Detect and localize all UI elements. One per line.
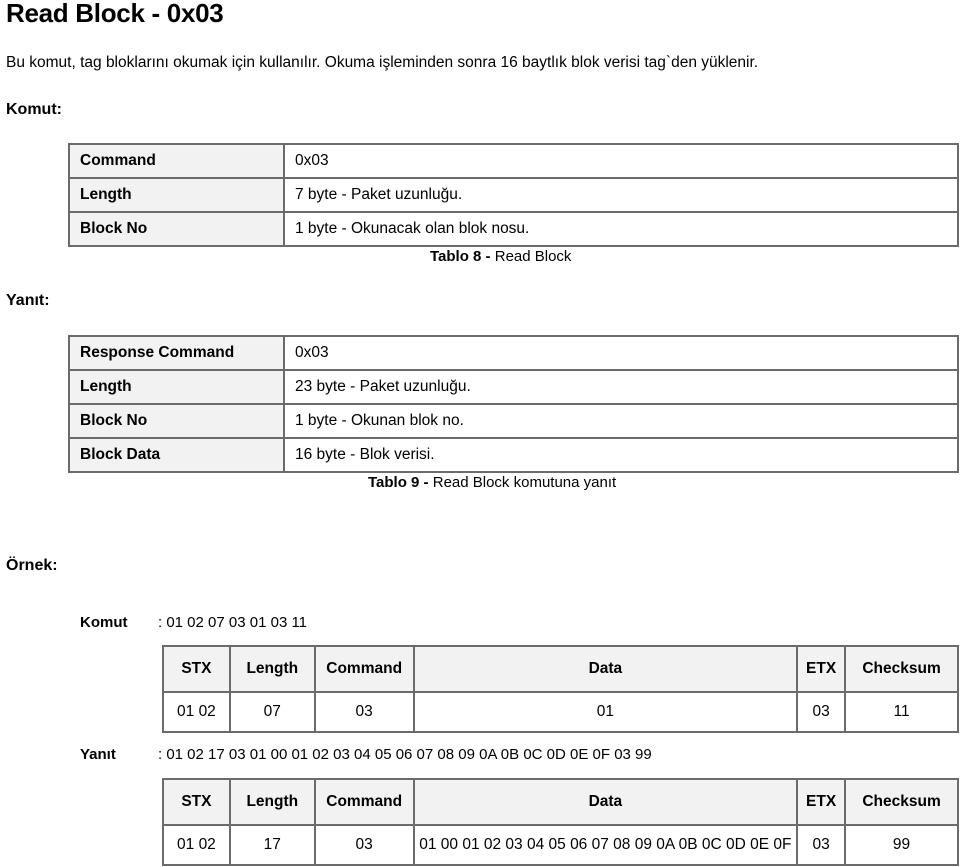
- header-checksum: Checksum: [844, 645, 959, 693]
- field-label: Block No: [68, 211, 285, 247]
- header-row: STX Length Command Data ETX Checksum: [162, 778, 959, 826]
- response-example-bytes: : 01 02 17 03 01 00 01 02 03 04 05 06 07…: [158, 746, 652, 763]
- response-heading: Yanıt:: [6, 292, 50, 309]
- field-value: 23 byte - Paket uzunluğu.: [283, 369, 959, 405]
- cell-etx: 03: [796, 691, 847, 733]
- cell-stx: 01 02: [162, 691, 231, 733]
- caption-number: Tablo 8 -: [430, 248, 491, 265]
- table-row: Block Data 16 byte - Blok verisi.: [68, 437, 959, 473]
- field-label: Block No: [68, 403, 285, 439]
- table-row: Length 23 byte - Paket uzunluğu.: [68, 369, 959, 405]
- command-table: Command 0x03 Length 7 byte - Paket uzunl…: [68, 143, 959, 247]
- cell-command: 03: [313, 691, 415, 733]
- command-example-label: Komut: [80, 614, 128, 631]
- cell-checksum: 99: [844, 824, 959, 866]
- caption-number: Tablo 9 -: [368, 474, 429, 491]
- field-label: Length: [68, 177, 285, 213]
- header-data: Data: [412, 778, 799, 826]
- table-caption-8: Tablo 8 - Read Block: [430, 248, 571, 265]
- field-label: Command: [68, 143, 285, 179]
- field-value: 7 byte - Paket uzunluğu.: [283, 177, 959, 213]
- table-row: Block No 1 byte - Okunan blok no.: [68, 403, 959, 439]
- caption-text: Read Block komutuna yanıt: [428, 474, 617, 491]
- header-command: Command: [313, 778, 415, 826]
- header-data: Data: [412, 645, 799, 693]
- example-heading: Örnek:: [6, 557, 58, 574]
- header-row: STX Length Command Data ETX Checksum: [162, 645, 959, 693]
- table-row: Length 7 byte - Paket uzunluğu.: [68, 177, 959, 213]
- command-frame-table: STX Length Command Data ETX Checksum 01 …: [162, 645, 959, 733]
- header-etx: ETX: [796, 645, 847, 693]
- cell-data: 01 00 01 02 03 04 05 06 07 08 09 0A 0B 0…: [412, 824, 799, 866]
- field-label: Response Command: [68, 335, 285, 371]
- cell-stx: 01 02: [162, 824, 231, 866]
- field-label: Block Data: [68, 437, 285, 473]
- table-row: Block No 1 byte - Okunacak olan blok nos…: [68, 211, 959, 247]
- cell-length: 07: [228, 691, 316, 733]
- field-value: 16 byte - Blok verisi.: [283, 437, 959, 473]
- field-value: 1 byte - Okunacak olan blok nosu.: [283, 211, 959, 247]
- header-length: Length: [228, 778, 316, 826]
- cell-data: 01: [412, 691, 799, 733]
- table-row: Response Command 0x03: [68, 335, 959, 371]
- header-etx: ETX: [796, 778, 847, 826]
- command-example-bytes: : 01 02 07 03 01 03 11: [158, 614, 308, 631]
- header-length: Length: [228, 645, 316, 693]
- cell-length: 17: [228, 824, 316, 866]
- header-command: Command: [313, 645, 415, 693]
- field-value: 0x03: [283, 335, 959, 371]
- cell-command: 03: [313, 824, 415, 866]
- field-value: 0x03: [283, 143, 959, 179]
- table-row: 01 02 07 03 01 03 11: [162, 691, 959, 733]
- field-value: 1 byte - Okunan blok no.: [283, 403, 959, 439]
- intro-paragraph: Bu komut, tag bloklarını okumak için kul…: [6, 54, 759, 71]
- cell-etx: 03: [796, 824, 847, 866]
- cell-checksum: 11: [844, 691, 959, 733]
- caption-text: Read Block: [490, 248, 572, 265]
- header-stx: STX: [162, 645, 231, 693]
- command-heading: Komut:: [6, 101, 62, 118]
- response-frame-table: STX Length Command Data ETX Checksum 01 …: [162, 778, 959, 866]
- field-label: Length: [68, 369, 285, 405]
- header-checksum: Checksum: [844, 778, 959, 826]
- response-example-label: Yanıt: [80, 746, 116, 763]
- response-table: Response Command 0x03 Length 23 byte - P…: [68, 335, 959, 473]
- table-row: 01 02 17 03 01 00 01 02 03 04 05 06 07 0…: [162, 824, 959, 866]
- page-title: Read Block - 0x03: [6, 0, 224, 28]
- table-caption-9: Tablo 9 - Read Block komutuna yanıt: [368, 474, 616, 491]
- header-stx: STX: [162, 778, 231, 826]
- table-row: Command 0x03: [68, 143, 959, 179]
